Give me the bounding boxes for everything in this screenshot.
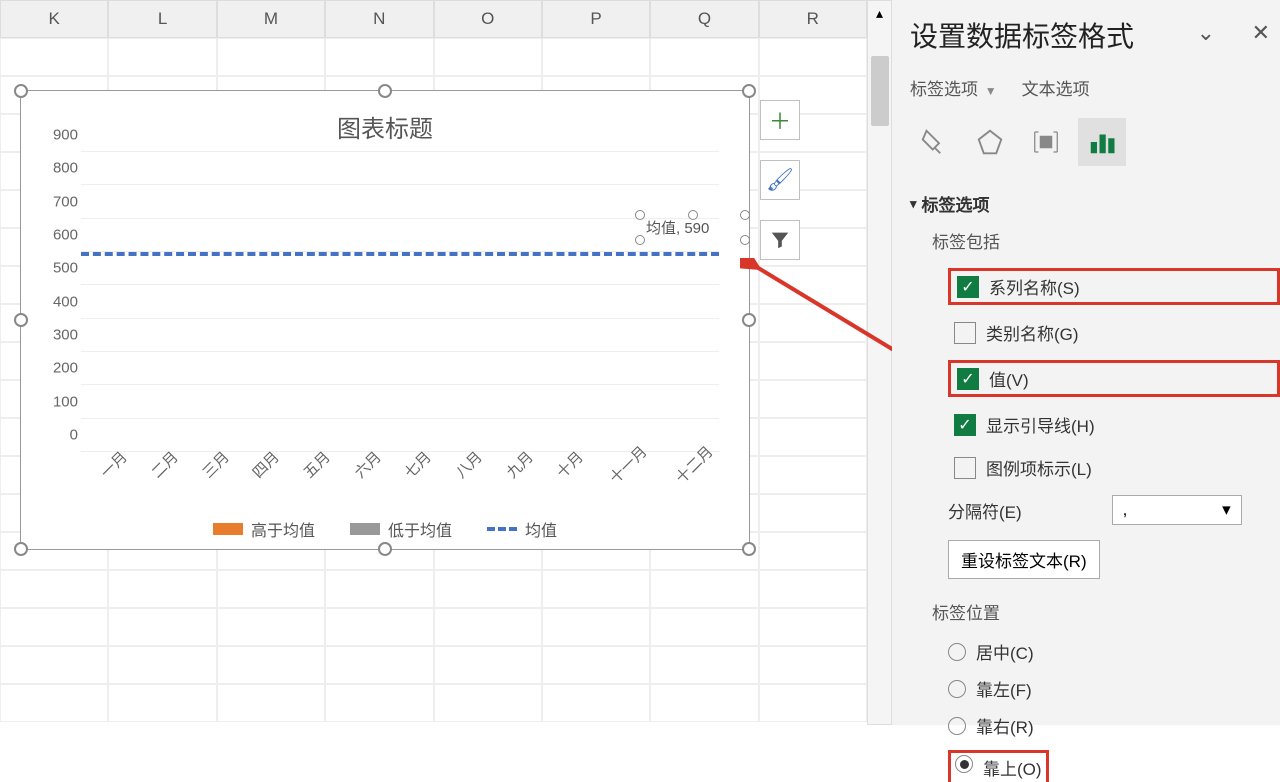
bars (81, 152, 719, 452)
resize-handle[interactable] (14, 542, 28, 556)
plus-icon: ＋ (769, 104, 791, 136)
chart-object[interactable]: 图表标题 0100200300400500600700800900 一月二月三月… (20, 90, 750, 550)
label-handle[interactable] (688, 210, 698, 220)
col-K[interactable]: K (0, 0, 108, 38)
chart-elements-button[interactable]: ＋ (760, 100, 800, 140)
chart-styles-button[interactable]: 🖌 (760, 160, 800, 200)
checkbox-category-name[interactable]: 类别名称(G) (948, 317, 1280, 348)
reset-label-text-button[interactable]: 重设标签文本(R) (948, 540, 1100, 579)
resize-handle[interactable] (378, 84, 392, 98)
col-L[interactable]: L (108, 0, 216, 38)
radio-center[interactable]: 居中(C) (948, 639, 1280, 664)
chevron-down-icon: ▾ (1222, 500, 1231, 520)
radio-right[interactable]: 靠右(R) (948, 713, 1280, 738)
filter-icon (769, 229, 791, 251)
close-icon[interactable]: ✕ (1252, 20, 1270, 46)
checkbox-leader-lines[interactable]: ✓ 显示引导线(H) (948, 409, 1280, 440)
checkbox-legend-key[interactable]: 图例项标示(L) (948, 452, 1280, 483)
label-includes-header: 标签包括 (932, 228, 1280, 253)
chart-title[interactable]: 图表标题 (21, 91, 749, 152)
label-handle[interactable] (740, 210, 750, 220)
label-handle[interactable] (635, 235, 645, 245)
scroll-thumb[interactable] (871, 56, 889, 126)
checkbox-icon: ✓ (954, 414, 976, 436)
checkbox-series-name[interactable]: ✓ 系列名称(S) (948, 268, 1280, 305)
y-axis: 0100200300400500600700800900 (33, 152, 78, 452)
checkbox-icon: ✓ (957, 276, 979, 298)
chart-legend[interactable]: 高于均值 低于均值 均值 (21, 517, 749, 541)
col-Q[interactable]: Q (650, 0, 758, 38)
resize-handle[interactable] (742, 542, 756, 556)
collapse-icon[interactable]: ⌄ (1197, 20, 1215, 46)
resize-handle[interactable] (742, 84, 756, 98)
tab-text-options[interactable]: 文本选项 (1022, 75, 1090, 100)
pane-title: 设置数据标签格式 (910, 15, 1280, 55)
resize-handle[interactable] (14, 84, 28, 98)
resize-handle[interactable] (378, 542, 392, 556)
checkbox-icon: ✓ (957, 368, 979, 390)
legend-above[interactable]: 高于均值 (213, 517, 315, 541)
separator-select[interactable]: ,▾ (1112, 495, 1242, 525)
resize-handle[interactable] (742, 313, 756, 327)
resize-handle[interactable] (14, 313, 28, 327)
chart-filters-button[interactable] (760, 220, 800, 260)
tab-label-options[interactable]: 标签选项 ▼ (910, 75, 997, 100)
legend-avg[interactable]: 均值 (487, 517, 557, 541)
checkbox-icon (954, 322, 976, 344)
legend-below[interactable]: 低于均值 (350, 517, 452, 541)
label-handle[interactable] (635, 210, 645, 220)
label-position-header: 标签位置 (932, 599, 1280, 624)
col-M[interactable]: M (217, 0, 325, 38)
brush-icon: 🖌 (766, 167, 794, 193)
col-O[interactable]: O (434, 0, 542, 38)
fill-line-icon[interactable] (910, 118, 958, 166)
checkbox-value[interactable]: ✓ 值(V) (948, 360, 1280, 397)
label-options-icon[interactable] (1078, 118, 1126, 166)
separator-label: 分隔符(E) (948, 498, 1022, 523)
x-axis: 一月二月三月四月五月六月七月八月九月十月十一月十二月 (81, 457, 719, 507)
size-properties-icon[interactable] (1022, 118, 1070, 166)
checkbox-icon (954, 457, 976, 479)
vertical-scrollbar[interactable]: ▴ (867, 0, 892, 725)
selected-data-label[interactable]: 均值, 590 (640, 215, 745, 240)
col-P[interactable]: P (542, 0, 650, 38)
radio-left[interactable]: 靠左(F) (948, 676, 1280, 701)
radio-top[interactable]: 靠上(O) (948, 750, 1280, 782)
scroll-up-icon[interactable]: ▴ (868, 1, 891, 26)
format-pane: 设置数据标签格式 ⌄ ✕ 标签选项 ▼ 文本选项 ▾标签选项 标签包括 ✓ 系列… (892, 0, 1280, 725)
label-handle[interactable] (740, 235, 750, 245)
plot-area[interactable]: 0100200300400500600700800900 (81, 152, 719, 452)
caret-down-icon: ▾ (910, 196, 917, 212)
effects-icon[interactable] (966, 118, 1014, 166)
column-headers: K L M N O P Q R (0, 0, 867, 38)
col-N[interactable]: N (325, 0, 433, 38)
section-label-options[interactable]: ▾标签选项 (910, 191, 1280, 216)
chevron-down-icon: ▼ (985, 84, 997, 98)
col-R[interactable]: R (759, 0, 867, 38)
